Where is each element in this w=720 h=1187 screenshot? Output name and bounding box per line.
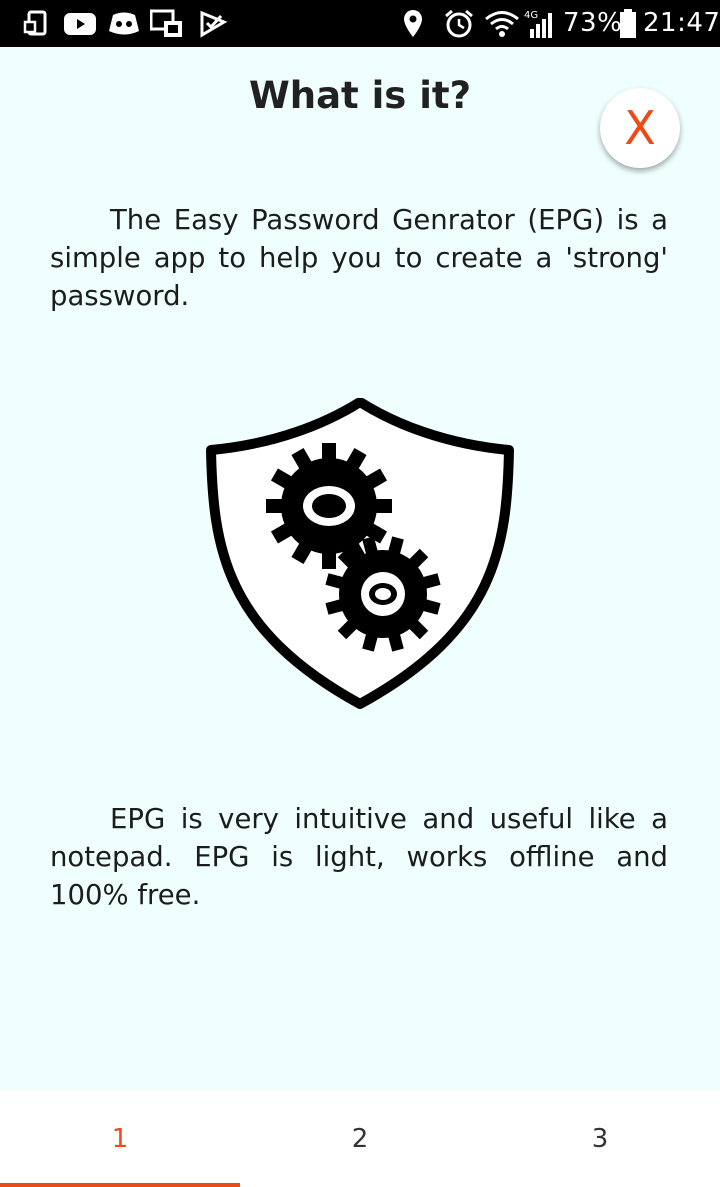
screen-cast-icon: [22, 9, 50, 39]
check-app-icon: [198, 9, 228, 39]
page-indicator-tabs: 1 2 3: [0, 1090, 720, 1187]
wifi-icon: [484, 9, 520, 39]
battery-icon: [618, 9, 638, 39]
active-tab-indicator: [0, 1183, 240, 1187]
description-text: EPG is very intuitive and useful like a …: [50, 803, 668, 911]
clock-time: 21:47: [643, 8, 720, 38]
signal-icon: 4G: [524, 9, 558, 39]
intro-text: The Easy Password Genrator (EPG) is a si…: [50, 204, 668, 312]
discord-icon: [108, 9, 140, 39]
alarm-icon: [442, 9, 476, 39]
messenger-icon: [150, 9, 184, 39]
close-button[interactable]: X: [600, 88, 680, 168]
battery-percentage: 73%: [563, 8, 623, 38]
youtube-icon: [64, 9, 96, 39]
status-bar: 4G 73% 21:47: [0, 0, 720, 47]
shield-gears-icon: [205, 397, 515, 710]
network-type-label: 4G: [524, 10, 538, 21]
tab-3[interactable]: 3: [480, 1090, 720, 1187]
location-icon: [402, 9, 424, 39]
tab-1[interactable]: 1: [0, 1090, 240, 1187]
tab-2[interactable]: 2: [240, 1090, 480, 1187]
